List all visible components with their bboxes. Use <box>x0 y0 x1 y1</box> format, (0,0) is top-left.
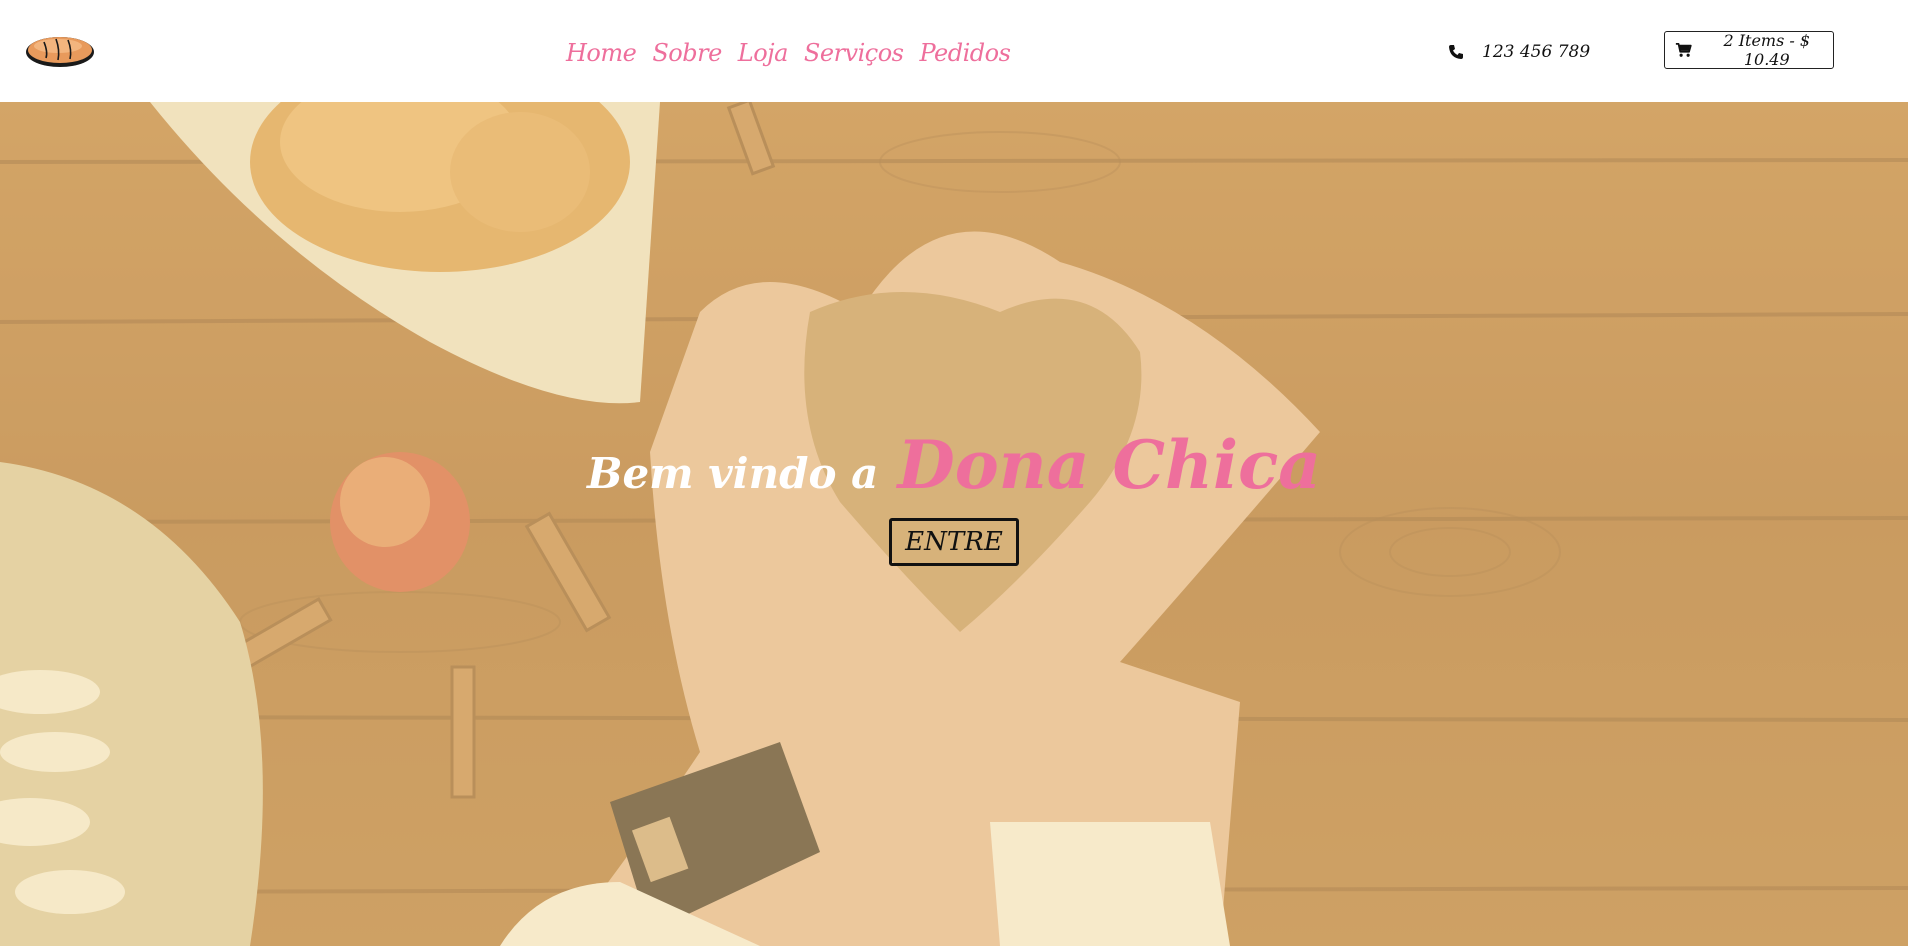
main-nav: Home Sobre Loja Serviços Pedidos <box>566 33 1011 73</box>
nav-servicos-link[interactable]: Serviços <box>804 39 904 67</box>
hero-content: Bem vindo a Dona Chica ENTRE <box>0 432 1908 566</box>
nav-home-link[interactable]: Home <box>566 39 637 67</box>
phone-contact: 123 456 789 <box>1448 39 1590 65</box>
hero-section: Bem vindo a Dona Chica ENTRE <box>0 102 1908 946</box>
nav-loja-link[interactable]: Loja <box>738 39 789 67</box>
enter-button[interactable]: ENTRE <box>889 518 1019 566</box>
phone-icon <box>1449 45 1463 59</box>
cart-summary: 2 Items - $ 10.49 <box>1723 31 1811 69</box>
navbar: Home Sobre Loja Serviços Pedidos 123 456… <box>0 0 1908 102</box>
bread-logo[interactable] <box>24 28 96 70</box>
cart-button[interactable]: 2 Items - $ 10.49 <box>1664 31 1834 69</box>
nav-sobre-link[interactable]: Sobre <box>652 39 722 67</box>
phone-number: 123 456 789 <box>1482 42 1591 62</box>
cart-icon <box>1675 42 1692 57</box>
welcome-text: Bem vindo a <box>586 449 879 498</box>
brand-name: Dona Chica <box>897 426 1322 504</box>
hero-title: Bem vindo a Dona Chica <box>0 432 1908 498</box>
nav-pedidos-link[interactable]: Pedidos <box>919 39 1010 67</box>
